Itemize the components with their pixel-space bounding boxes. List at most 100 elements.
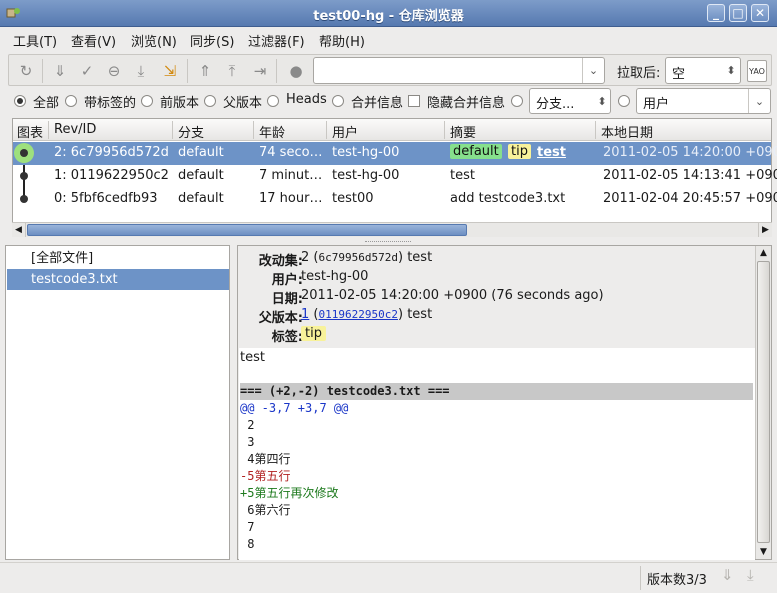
pane-splitter[interactable] — [0, 240, 777, 244]
radio-tagged[interactable] — [65, 95, 77, 107]
radio-all[interactable] — [14, 95, 26, 107]
radio-user[interactable] — [618, 95, 630, 107]
outgoing-icon[interactable]: ⇑ — [194, 60, 216, 82]
diff-view[interactable]: test === (+2,-2) testcode3.txt === @@ -3… — [239, 348, 755, 560]
table-row[interactable]: 1: 0119622950c2 default 7 minut… test-hg… — [13, 165, 777, 188]
radio-parents[interactable] — [204, 95, 216, 107]
parent-hash-link[interactable]: 0119622950c2 — [319, 308, 398, 321]
window-title: test00-hg - 仓库浏览器 — [313, 9, 464, 24]
updown-icon: ⬍ — [597, 95, 607, 108]
email-icon[interactable]: ⇥ — [249, 60, 271, 82]
date: 2011-02-05 14:13:41 +090 — [603, 168, 777, 183]
user: test00 — [332, 191, 374, 206]
pull-after-select[interactable]: 空 ⬍ — [665, 57, 741, 84]
search-input[interactable]: ⌄ — [313, 57, 605, 84]
menu-help[interactable]: 帮助(H) — [319, 31, 365, 50]
rev-id: 1: 0119622950c2 — [54, 168, 169, 183]
stop-icon[interactable]: ● — [285, 60, 307, 82]
radio-heads[interactable] — [267, 95, 279, 107]
radio-merges-label: 合并信息 — [351, 96, 404, 111]
diff-line: 2 — [240, 418, 255, 432]
updown-icon: ⬍ — [726, 64, 736, 77]
radio-all-label: 全部 — [33, 96, 60, 111]
scroll-right-icon[interactable]: ▶ — [758, 223, 772, 237]
status-bar: 版本数3/3 ⇓ ⤓ — [0, 562, 777, 593]
revision-grid: 图表 Rev/ID 分支 年龄 用户 摘要 本地日期 2: 6c79956d57… — [12, 118, 777, 237]
col-summary[interactable]: 摘要 — [450, 122, 476, 141]
minimize-button[interactable]: _ — [707, 4, 725, 22]
col-user[interactable]: 用户 — [332, 122, 358, 141]
reject-icon[interactable]: ⊖ — [103, 60, 125, 82]
push-icon[interactable]: ⤒ — [221, 60, 243, 82]
radio-ancestors[interactable] — [141, 95, 153, 107]
user-key: 用户: — [271, 273, 303, 288]
date-value: 2011-02-05 14:20:00 +0900 (76 seconds ag… — [301, 288, 604, 303]
title-bar: test00-hg - 仓库浏览器 _ □ ✕ — [0, 0, 777, 27]
scrollbar-thumb[interactable] — [757, 261, 770, 543]
parent-value: 1 (0119622950c2) test — [301, 307, 433, 322]
branch: default — [178, 191, 224, 206]
col-graph[interactable]: 图表 — [17, 122, 43, 141]
menu-filter[interactable]: 过滤器(F) — [248, 31, 305, 50]
graph-node-icon — [20, 172, 28, 180]
close-button[interactable]: ✕ — [751, 4, 769, 22]
import-icon[interactable]: ⇲ — [159, 60, 181, 82]
scrollbar-thumb[interactable] — [27, 224, 467, 236]
branch-tag: default — [450, 144, 502, 159]
table-row[interactable]: 2: 6c79956d572d default 74 seco… test-hg… — [13, 142, 777, 165]
changeset-key: 改动集: — [258, 254, 303, 269]
col-date[interactable]: 本地日期 — [601, 122, 653, 141]
incoming-icon[interactable]: ⇓ — [49, 60, 71, 82]
diff-file-header: === (+2,-2) testcode3.txt === — [240, 383, 753, 400]
changeset-detail: 改动集: 2 (6c79956d572d) test 用户: test-hg-0… — [237, 245, 772, 560]
settings-icon[interactable]: YAO — [747, 60, 767, 82]
radio-parents-label: 父版本 — [223, 96, 263, 111]
toolbar-separator — [187, 59, 188, 83]
maximize-button[interactable]: □ — [729, 4, 747, 22]
accept-icon[interactable]: ✓ — [76, 60, 98, 82]
menu-navigate[interactable]: 浏览(N) — [131, 31, 177, 50]
col-rev[interactable]: Rev/ID — [54, 122, 96, 137]
scroll-down-icon[interactable]: ▼ — [756, 545, 771, 559]
scroll-left-icon[interactable]: ◀ — [12, 223, 26, 237]
menu-sync[interactable]: 同步(S) — [190, 31, 234, 50]
rev-id: 2: 6c79956d572d — [54, 145, 169, 160]
branch-select[interactable]: 分支... ⬍ — [529, 88, 611, 114]
diff-line: 7 — [240, 520, 255, 534]
list-item[interactable]: testcode3.txt — [7, 269, 229, 290]
col-branch[interactable]: 分支 — [178, 122, 204, 141]
menu-tools[interactable]: 工具(T) — [13, 31, 57, 50]
chevron-down-icon[interactable]: ⌄ — [748, 89, 770, 113]
diff-line: 3 — [240, 435, 255, 449]
date: 2011-02-05 14:20:00 +090 — [603, 145, 777, 160]
branch: default — [178, 168, 224, 183]
pull-after-label: 拉取后: — [617, 66, 661, 81]
parent-rev-link[interactable]: 1 — [301, 307, 309, 322]
table-row[interactable]: 0: 5fbf6cedfb93 default 17 hour… test00 … — [13, 188, 777, 211]
list-item-all-files[interactable]: [全部文件] — [7, 248, 229, 269]
radio-branch[interactable] — [511, 95, 523, 107]
grid-header: 图表 Rev/ID 分支 年龄 用户 摘要 本地日期 — [13, 119, 771, 141]
menu-view[interactable]: 查看(V) — [71, 31, 116, 50]
refresh-icon[interactable]: ↻ — [15, 60, 37, 82]
menu-bar: 工具(T) 查看(V) 浏览(N) 同步(S) 过滤器(F) 帮助(H) — [0, 27, 777, 51]
hide-merges-label: 隐藏合并信息 — [427, 96, 506, 111]
scroll-up-icon[interactable]: ▲ — [756, 246, 771, 260]
radio-merges[interactable] — [332, 95, 344, 107]
resize-grip-icon[interactable]: ⤓ — [747, 566, 754, 584]
filter-bar: 全部 带标签的 前版本 父版本 Heads 合并信息 隐藏合并信息 分支... … — [8, 88, 772, 114]
user-select[interactable]: 用户 ⌄ — [636, 88, 771, 114]
radio-heads-label: Heads — [286, 92, 327, 107]
graph-node-icon — [14, 143, 34, 163]
diff-line: 8 — [240, 537, 255, 551]
chevron-down-icon[interactable]: ⌄ — [582, 58, 604, 83]
hide-merges-checkbox[interactable] — [408, 95, 420, 107]
pull-icon[interactable]: ⤓ — [130, 60, 152, 82]
parent-key: 父版本: — [258, 311, 303, 326]
user: test-hg-00 — [332, 168, 400, 183]
detail-vscrollbar[interactable]: ▲ ▼ — [755, 246, 771, 559]
col-age[interactable]: 年龄 — [259, 122, 285, 141]
grid-hscrollbar[interactable]: ◀ ▶ — [12, 222, 772, 237]
graph-node-icon — [20, 195, 28, 203]
date: 2011-02-04 20:45:57 +090 — [603, 191, 777, 206]
